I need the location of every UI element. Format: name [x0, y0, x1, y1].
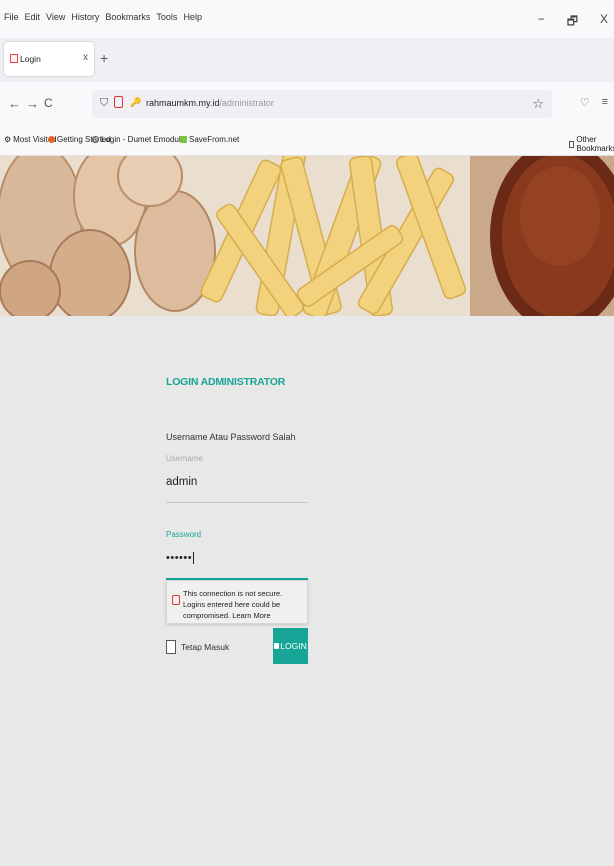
back-button[interactable]: ← — [8, 96, 21, 111]
new-tab-button[interactable]: + — [100, 50, 108, 66]
menu-items: File Edit View History Bookmarks Tools H… — [4, 12, 202, 22]
close-window-button[interactable]: X — [600, 12, 608, 33]
menu-tools[interactable]: Tools — [156, 12, 177, 22]
folder-icon — [569, 140, 575, 148]
snack-photo-illustration — [0, 156, 614, 316]
menu-file[interactable]: File — [4, 12, 19, 22]
password-label: Password — [166, 530, 202, 539]
tab-title: Login — [20, 54, 41, 64]
username-underline — [166, 502, 308, 503]
toolbar-right: ♡ ≡ — [580, 96, 608, 109]
navigation-bar: ← → C ⛉ 🔑 rahmaumkm.my.id/administrator … — [0, 82, 614, 126]
menu-view[interactable]: View — [46, 12, 65, 22]
bookmark-other[interactable]: Other Bookmarks — [569, 135, 614, 153]
window-controls: − 🗗 X — [538, 12, 608, 33]
restore-button[interactable]: 🗗 — [567, 12, 578, 33]
login-page: LOGIN ADMINISTRATOR Username Atau Passwo… — [0, 316, 614, 866]
page-title: LOGIN ADMINISTRATOR — [166, 376, 286, 388]
reload-button[interactable]: C — [44, 96, 53, 110]
url-bar[interactable]: ⛉ 🔑 rahmaumkm.my.id/administrator ☆ — [92, 90, 552, 118]
firefox-icon — [48, 136, 55, 143]
remember-me-checkbox[interactable] — [166, 640, 176, 654]
page-favicon-icon — [10, 54, 18, 63]
login-button[interactable]: LOGIN — [273, 628, 308, 664]
insecure-lock-icon[interactable] — [114, 96, 123, 108]
text-caret — [193, 552, 195, 565]
username-input[interactable]: admin — [166, 476, 197, 488]
menu-edit[interactable]: Edit — [25, 12, 41, 22]
remember-me-label[interactable]: Tetap Masuk — [181, 642, 229, 652]
key-icon[interactable]: 🔑 — [130, 97, 141, 108]
hero-banner-image — [0, 156, 614, 316]
tab-strip: Login x + — [0, 38, 614, 82]
learn-more-link[interactable]: Learn More — [232, 611, 270, 620]
login-error-message: Username Atau Password Salah — [166, 432, 296, 442]
tab-login[interactable]: Login x — [4, 42, 94, 76]
url-text[interactable]: rahmaumkm.my.id/administrator — [146, 98, 274, 108]
insecure-lock-icon — [172, 595, 180, 605]
bookmarks-bar: ⚙ Most Visited Getting Started Login - D… — [0, 126, 614, 156]
bookmark-star-icon[interactable]: ☆ — [532, 96, 544, 112]
menu-history[interactable]: History — [71, 12, 99, 22]
bookmark-dumet[interactable]: Login - Dumet Emodule — [92, 135, 185, 144]
minimize-button[interactable]: − — [538, 12, 545, 33]
tracking-shield-icon[interactable]: ⛉ — [100, 97, 108, 110]
lock-icon — [274, 643, 280, 649]
password-input[interactable]: •••••• — [166, 552, 195, 565]
forward-button[interactable]: → — [26, 96, 39, 111]
menu-help[interactable]: Help — [183, 12, 202, 22]
savefrom-icon — [180, 136, 187, 143]
insecure-login-warning: This connection is not secure. Logins en… — [166, 580, 308, 624]
gear-icon: ⚙ — [4, 135, 12, 144]
warning-text: This connection is not secure. Logins en… — [183, 589, 283, 620]
bookmark-savefrom[interactable]: SaveFrom.net — [180, 135, 239, 144]
app-menu-icon[interactable]: ≡ — [602, 96, 608, 109]
menu-bar: File Edit View History Bookmarks Tools H… — [0, 0, 614, 38]
username-label: Username — [166, 454, 203, 463]
globe-icon — [92, 136, 99, 143]
tab-close-icon[interactable]: x — [83, 52, 88, 63]
menu-bookmarks[interactable]: Bookmarks — [105, 12, 150, 22]
pocket-icon[interactable]: ♡ — [580, 96, 590, 109]
